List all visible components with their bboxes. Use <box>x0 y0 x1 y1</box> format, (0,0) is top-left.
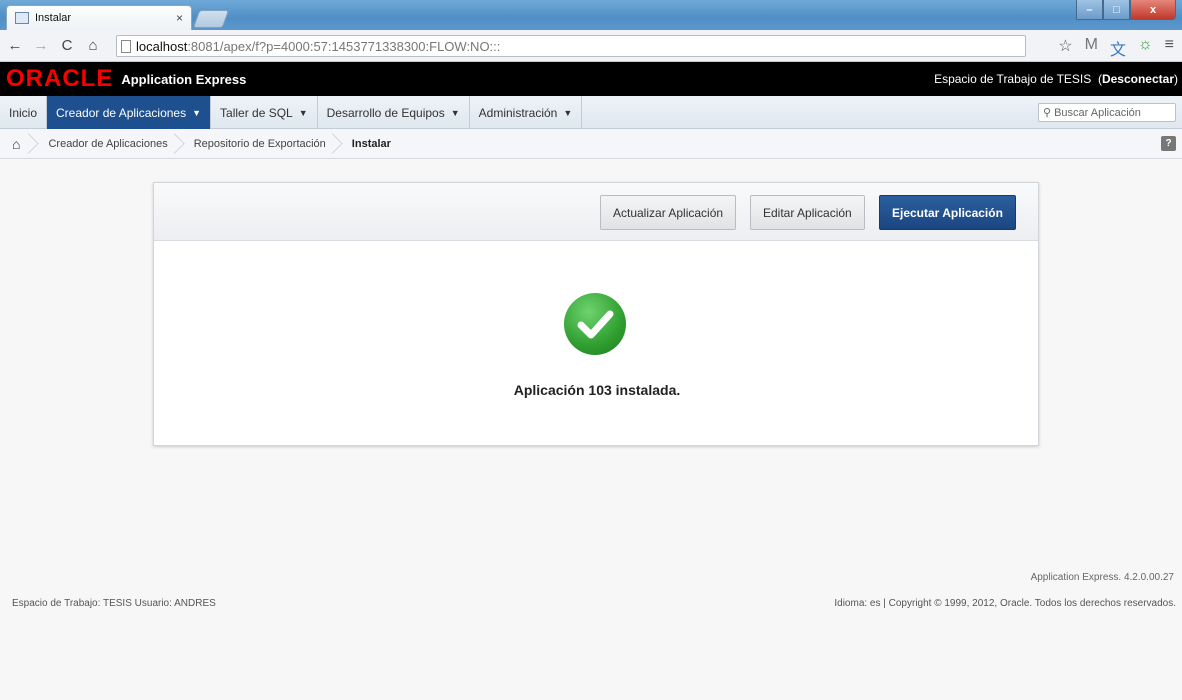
workspace-text: Espacio de Trabajo de TESIS <box>934 72 1092 86</box>
breadcrumb-home-icon[interactable]: ⌂ <box>0 129 34 159</box>
url-host: localhost <box>136 38 188 54</box>
success-message: Aplicación 103 instalada. <box>513 382 681 398</box>
update-application-button[interactable]: Actualizar Aplicación <box>600 195 737 230</box>
address-bar[interactable]: localhost :8081/apex/f?p=4000:57:1453771… <box>116 35 1026 57</box>
chevron-down-icon: ▼ <box>563 107 573 118</box>
new-tab-button[interactable] <box>192 10 230 28</box>
logout-link[interactable]: Desconectar <box>1102 72 1174 86</box>
menu-administracion[interactable]: Administración ▼ <box>470 96 583 129</box>
gmail-extension-icon[interactable]: M <box>1085 36 1098 60</box>
menu-taller-sql[interactable]: Taller de SQL ▼ <box>211 96 318 129</box>
menu-label: Taller de SQL <box>220 105 293 120</box>
page-icon <box>121 39 131 53</box>
oracle-logo[interactable]: ORACLE <box>6 65 113 93</box>
reload-icon[interactable]: C <box>56 35 78 57</box>
install-result-panel: Actualizar Aplicación Editar Aplicación … <box>153 182 1039 446</box>
product-name: Application Express <box>121 71 247 87</box>
menu-label: Inicio <box>9 105 38 120</box>
close-window-icon[interactable]: x <box>1130 0 1176 20</box>
page-favicon-icon <box>15 12 29 24</box>
bookmark-star-icon[interactable]: ☆ <box>1058 36 1072 60</box>
footer-version: Application Express. 4.2.0.00.27 <box>1030 572 1174 583</box>
menu-inicio[interactable]: Inicio <box>0 96 48 129</box>
chevron-down-icon: ▼ <box>192 107 202 118</box>
browser-titlebar: Instalar × – □ x <box>0 0 1182 30</box>
menu-desarrollo-equipos[interactable]: Desarrollo de Equipos ▼ <box>318 96 470 129</box>
toolbar-extensions: ☆ M 文 ☼ ≡ <box>1058 36 1174 60</box>
menu-label: Creador de Aplicaciones <box>56 105 187 120</box>
translate-extension-icon[interactable]: 文 <box>1110 36 1126 60</box>
breadcrumb-item[interactable]: Creador de Aplicaciones <box>34 129 179 159</box>
window-controls: – □ x <box>1076 0 1176 20</box>
menu-label: Desarrollo de Equipos <box>326 105 445 120</box>
menu-creador-aplicaciones[interactable]: Creador de Aplicaciones ▼ <box>47 96 212 129</box>
breadcrumb-current: Instalar <box>351 137 391 150</box>
tab-title: Instalar <box>35 12 72 24</box>
main-menu: Inicio Creador de Aplicaciones ▼ Taller … <box>0 96 1182 129</box>
browser-toolbar: ← → C ⌂ localhost :8081/apex/f?p=4000:57… <box>0 30 1182 62</box>
edit-application-button[interactable]: Editar Aplicación <box>750 195 865 230</box>
extension-icon[interactable]: ☼ <box>1138 36 1153 60</box>
tab-close-icon[interactable]: × <box>176 11 183 25</box>
footer-user-info: Espacio de Trabajo: TESIS Usuario: ANDRE… <box>12 598 216 609</box>
success-check-icon <box>564 293 626 355</box>
search-app-input[interactable]: ⚲ Buscar Aplicación <box>1038 103 1176 122</box>
apex-header: ORACLE Application Express Espacio de Tr… <box>0 62 1182 96</box>
chevron-down-icon: ▼ <box>450 107 460 118</box>
workspace-info: Espacio de Trabajo de TESIS (Desconectar… <box>934 72 1178 86</box>
footer-copyright: Idioma: es | Copyright © 1999, 2012, Ora… <box>834 598 1176 609</box>
forward-icon[interactable]: → <box>30 35 52 57</box>
back-icon[interactable]: ← <box>4 35 26 57</box>
breadcrumb-item[interactable]: Repositorio de Exportación <box>180 129 338 159</box>
home-icon[interactable]: ⌂ <box>82 35 104 57</box>
chevron-down-icon: ▼ <box>298 107 308 118</box>
menu-label: Administración <box>478 105 558 120</box>
run-application-button[interactable]: Ejecutar Aplicación <box>879 195 1016 230</box>
breadcrumb: ⌂ Creador de Aplicaciones Repositorio de… <box>0 129 1182 159</box>
help-icon[interactable]: ? <box>1161 136 1176 151</box>
maximize-icon[interactable]: □ <box>1103 0 1130 20</box>
search-icon: ⚲ <box>1043 107 1052 119</box>
browser-tab[interactable]: Instalar × <box>6 5 192 30</box>
url-path: :8081/apex/f?p=4000:57:1453771338300:FLO… <box>187 38 501 54</box>
panel-button-bar: Actualizar Aplicación Editar Aplicación … <box>154 183 1038 241</box>
minimize-icon[interactable]: – <box>1076 0 1103 20</box>
menu-icon[interactable]: ≡ <box>1165 36 1174 60</box>
search-placeholder: Buscar Aplicación <box>1054 106 1141 119</box>
